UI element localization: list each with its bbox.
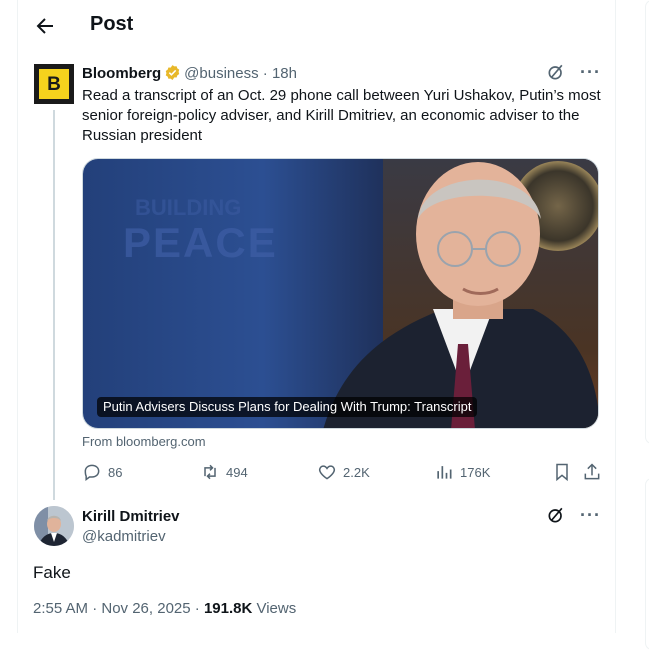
- repost-count: 494: [226, 464, 248, 480]
- grok-icon[interactable]: [546, 62, 566, 82]
- arrow-left-icon[interactable]: [33, 14, 57, 38]
- tweet-top-actions: ···: [546, 62, 601, 82]
- author-name[interactable]: Bloomberg: [82, 65, 161, 82]
- heart-icon: [318, 465, 336, 480]
- avatar-photo: [34, 506, 74, 546]
- views-button[interactable]: 176K: [434, 462, 490, 482]
- background-text: PEACE: [123, 219, 278, 266]
- more-options-icon[interactable]: ···: [580, 505, 601, 525]
- avatar[interactable]: [34, 506, 74, 546]
- reply-text: Fake: [33, 563, 71, 582]
- reply-author-name[interactable]: Kirill Dmitriev: [82, 508, 180, 525]
- thread-line: [53, 110, 55, 500]
- link-card-caption: Putin Advisers Discuss Plans for Dealing…: [97, 397, 478, 417]
- repost-button[interactable]: 494: [200, 462, 248, 482]
- reply-author-handle[interactable]: @kadmitriev: [82, 528, 166, 545]
- bookmark-button[interactable]: [552, 462, 572, 482]
- bookmark-icon: [556, 463, 568, 482]
- post-time[interactable]: 18h: [272, 65, 297, 82]
- link-source[interactable]: From bloomberg.com: [82, 434, 206, 449]
- avatar-letter: B: [39, 69, 69, 99]
- like-button[interactable]: 2.2K: [317, 462, 370, 482]
- share-button[interactable]: [582, 462, 602, 482]
- sidebar-card-edge: [645, 0, 649, 444]
- reply-button[interactable]: 86: [82, 462, 122, 482]
- views-label: Views: [252, 600, 297, 617]
- column-left-border: [17, 0, 18, 633]
- views-icon: [437, 466, 452, 479]
- more-options-icon[interactable]: ···: [580, 62, 601, 82]
- view-count: 176K: [460, 464, 491, 480]
- tweet-actions: 86 494 2.2K 176K: [82, 462, 600, 482]
- avatar[interactable]: B: [34, 64, 74, 104]
- column-right-border: [615, 0, 616, 633]
- sidebar-card-edge-2: [645, 478, 649, 650]
- share-icon: [584, 463, 600, 480]
- post-timestamp[interactable]: 2:55 AM · Nov 26, 2025 ·: [33, 600, 204, 617]
- separator: ·: [262, 65, 268, 82]
- link-card-image[interactable]: BUILDING PEACE Putin Advisers Discuss Pl…: [82, 158, 599, 429]
- repost-icon: [204, 464, 216, 480]
- author-handle[interactable]: @business: [184, 65, 258, 82]
- like-count: 2.2K: [343, 464, 370, 480]
- grok-icon[interactable]: [546, 505, 566, 525]
- reply-count: 86: [108, 464, 123, 480]
- page-title: Post: [90, 13, 134, 35]
- person-photo: [323, 162, 598, 428]
- reply-top-actions: ···: [546, 505, 601, 525]
- reply-icon: [84, 464, 100, 481]
- tweet-header: Bloomberg @business · 18h: [82, 64, 297, 84]
- verified-badge-icon: [165, 65, 180, 80]
- post-meta: 2:55 AM · Nov 26, 2025 · 191.8K Views: [33, 600, 296, 617]
- tweet-text: Read a transcript of an Oct. 29 phone ca…: [82, 87, 601, 144]
- views-count: 191.8K: [203, 600, 253, 617]
- background-text-top: BUILDING: [135, 195, 242, 220]
